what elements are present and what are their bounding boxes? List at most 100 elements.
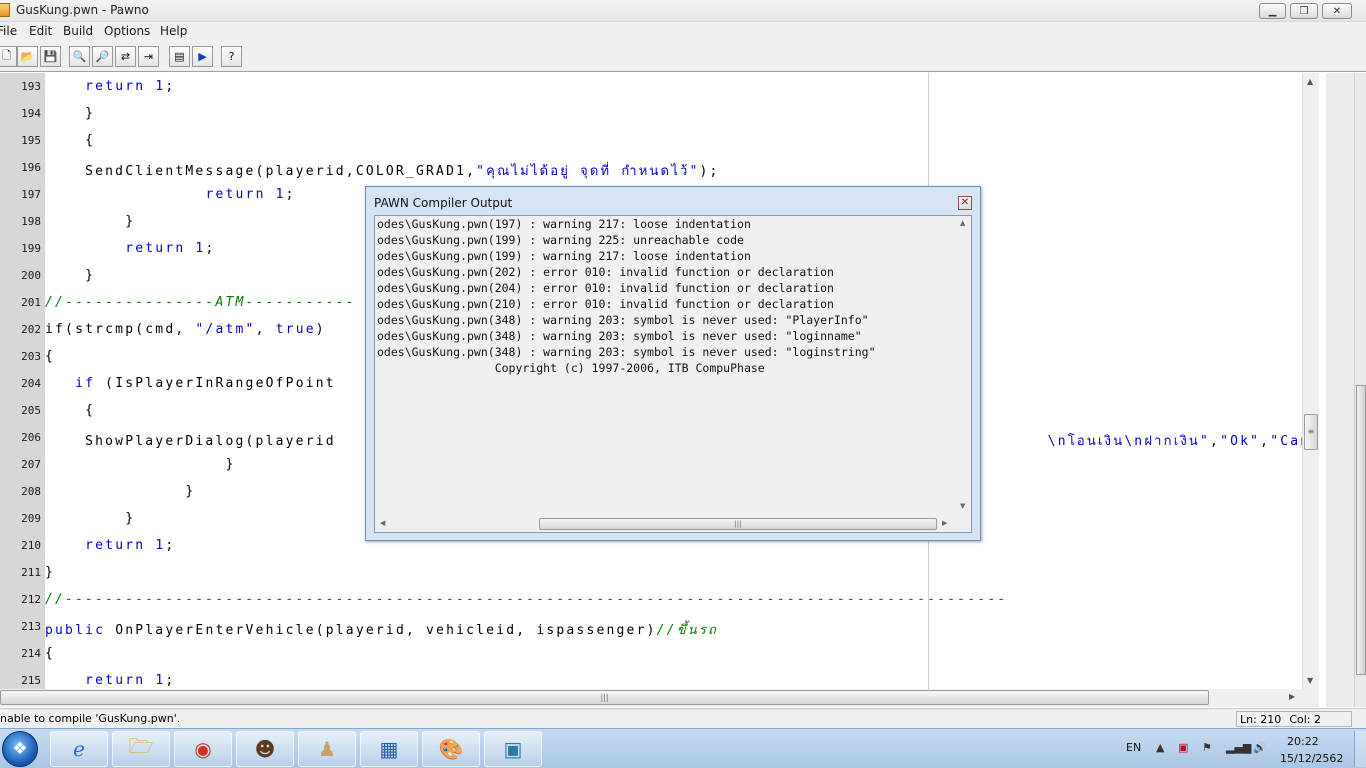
menu-file[interactable]: File [0,24,17,38]
dialog-scroll-up-icon[interactable]: ▲ [960,219,965,227]
compile-run-icon: ▶ [198,50,207,63]
scroll-down-arrow-icon[interactable]: ▼ [1307,676,1313,685]
dialog-close-button[interactable]: ✕ [958,196,972,210]
compiler-output-line: odes\GusKung.pwn(199) : warning 217: loo… [377,249,751,263]
language-indicator[interactable]: EN [1126,741,1141,754]
code-token: //--------------------------------------… [45,592,1008,607]
menu-edit[interactable]: Edit [29,24,52,38]
start-button[interactable]: ❖ [2,731,38,767]
scroll-up-arrow-icon[interactable]: ▲ [1307,77,1313,86]
code-token: } [45,106,96,121]
replace-button[interactable]: ⇄ [115,46,136,67]
line-number: 196 [21,161,41,174]
photo-viewer-taskbar-button[interactable]: ▣ [484,731,542,767]
code-token: , [1210,434,1221,449]
code-line: if (IsPlayerInRangeOfPoint [45,376,336,391]
goto-line-button[interactable]: ⇥ [138,46,159,67]
scroll-right-arrow-icon[interactable]: ▶ [1289,692,1295,701]
show-desktop-button[interactable] [1354,731,1366,767]
network-error-icon[interactable]: ▣ [1178,741,1188,754]
function-list-button[interactable]: ▤ [169,46,190,67]
code-token: 1 [155,673,166,688]
file-explorer-taskbar-button[interactable]: 🗁 [112,731,170,767]
compiler-output-line: Copyright (c) 1997-2006, ITB CompuPhase [377,361,765,375]
line-number: 194 [21,107,41,120]
volume-icon[interactable]: 🔊 [1253,741,1267,754]
dialog-scroll-down-icon[interactable]: ▼ [960,502,965,510]
code-token: true [275,322,316,337]
code-token: ShowPlayerDialog(playerid [45,434,336,449]
code-token: ; [285,187,296,202]
cursor-line: Ln: 210 [1240,713,1282,726]
internet-explorer-taskbar-button[interactable]: ℯ [50,731,108,767]
compile-run-button[interactable]: ▶ [192,46,213,67]
dialog-horizontal-scroll-thumb[interactable]: ||| [539,518,937,530]
clock-date[interactable]: 15/12/2562 [1280,752,1343,765]
pawn-chess-taskbar-button[interactable]: ♟ [298,731,356,767]
code-line: return 1; [45,79,175,94]
dialog-scroll-left-icon[interactable]: ◀ [380,519,385,527]
editor-vertical-scrollbar[interactable]: ▲ ≡ ▼ [1302,73,1319,689]
editor-horizontal-scrollbar[interactable]: ||| ▶ [0,689,1319,707]
new-file-icon: 🗋 [2,49,11,62]
code-token: { [45,349,56,364]
dialog-vertical-scrollbar[interactable]: ▲ ▼ [956,216,971,516]
line-number: 203 [21,350,41,363]
action-center-icon[interactable]: ⚑ [1202,741,1212,754]
new-file-button[interactable]: 🗋 [0,46,17,67]
game-avatar-taskbar-button[interactable]: ☻ [236,731,294,767]
signal-icon[interactable]: ▂▄▆ [1226,741,1251,754]
outer-scroll-thumb[interactable] [1356,385,1366,675]
code-line: { [45,403,95,418]
help-button[interactable]: ? [221,46,242,67]
code-token: } [45,457,236,472]
dialog-scroll-right-icon[interactable]: ▶ [942,519,947,527]
open-file-button[interactable]: 📂 [17,46,38,67]
show-hidden-icons-icon[interactable]: ▲ [1156,741,1164,754]
code-token: return [125,241,186,256]
game-avatar-icon: ☻ [254,737,276,761]
compiler-output-dialog: PAWN Compiler Output ✕ ▲ ▼ ◀ ||| ▶ odes\… [365,186,981,541]
outer-vertical-scrollbar[interactable] [1354,73,1366,707]
restore-icon: ❐ [1299,5,1309,17]
paint-icon: 🎨 [438,737,464,761]
close-button[interactable]: ✕ [1322,3,1352,19]
pawno-editor-taskbar-button[interactable]: ▦ [360,731,418,767]
toolbar: 🗋 📂 💾 🔍 🔎 ⇄ ⇥ ▤ ▶? [0,42,1366,72]
line-number: 212 [21,593,41,606]
chrome-taskbar-button[interactable]: ◉ [174,731,232,767]
code-line: } [45,268,95,283]
editor-horizontal-scroll-thumb[interactable]: ||| [0,690,1209,705]
find-next-icon: 🔎 [95,50,110,63]
code-token: "Ok" [1220,434,1261,449]
find-button[interactable]: 🔍 [69,46,90,67]
code-token: } [45,565,56,580]
maximize-button[interactable]: ❐ [1290,3,1318,19]
menu-bar: File Edit Build Options Help [0,22,1366,42]
minimize-button[interactable]: ▁ [1259,3,1286,19]
save-file-button[interactable]: 💾 [40,46,61,67]
menu-options[interactable]: Options [104,24,150,38]
find-next-button[interactable]: 🔎 [92,46,113,67]
paint-taskbar-button[interactable]: 🎨 [422,731,480,767]
help-icon: ? [228,50,235,63]
code-token: } [45,268,96,283]
dialog-horizontal-scrollbar[interactable]: ◀ ||| ▶ [375,516,971,532]
compiler-output-text[interactable]: ▲ ▼ ◀ ||| ▶ odes\GusKung.pwn(197) : warn… [374,215,972,533]
editor-vertical-scroll-thumb[interactable]: ≡ [1304,414,1318,450]
code-token: ; [165,538,176,553]
line-number: 209 [21,512,41,525]
replace-icon: ⇄ [120,50,131,63]
line-number: 215 [21,674,41,687]
compiler-output-line: odes\GusKung.pwn(348) : warning 203: sym… [377,313,869,327]
clock-time[interactable]: 20:22 [1287,735,1319,748]
menu-build[interactable]: Build [63,24,93,38]
menu-help[interactable]: Help [160,24,187,38]
line-number: 197 [21,188,41,201]
line-number: 201 [21,296,41,309]
